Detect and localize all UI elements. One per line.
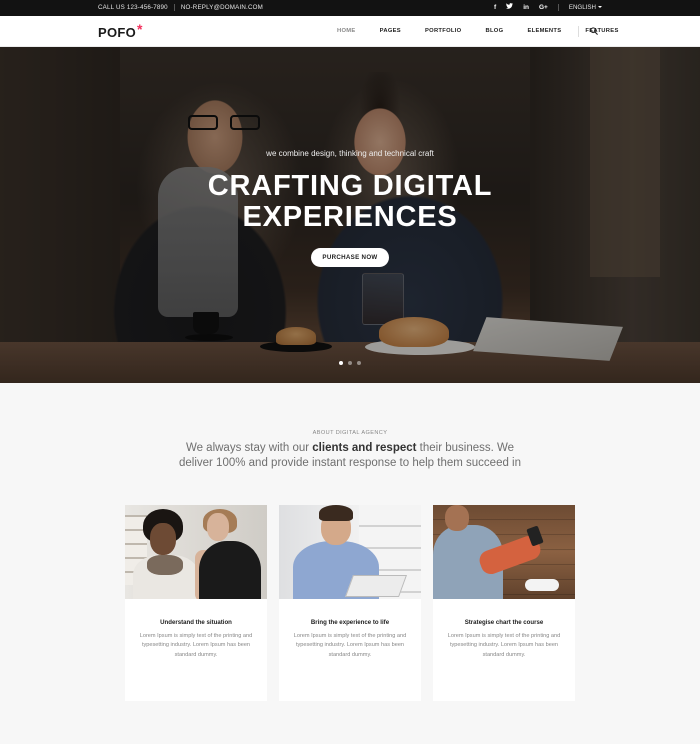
twitter-icon[interactable]: [506, 3, 514, 11]
divider: [557, 3, 559, 11]
linkedin-icon[interactable]: in: [523, 4, 529, 11]
hero-title-line: CRAFTING DIGITAL: [207, 170, 493, 202]
nav-portfolio[interactable]: PORTFOLIO: [425, 28, 462, 34]
google-plus-icon[interactable]: G+: [539, 4, 548, 11]
hero-title-line: EXPERIENCES: [242, 201, 458, 233]
card-image: [279, 505, 421, 599]
slide-dot[interactable]: [357, 361, 361, 365]
about-text-bold: clients and respect: [312, 442, 417, 454]
nav-divider: [578, 26, 579, 37]
search-icon[interactable]: [590, 27, 598, 35]
logo-mark: *: [137, 21, 143, 37]
slide-dot[interactable]: [348, 361, 352, 365]
social-links: f in G+ ENGLISH: [494, 3, 602, 11]
card-image: [125, 505, 267, 599]
purchase-now-button[interactable]: PURCHASE NOW: [311, 248, 389, 267]
chevron-down-icon: [598, 6, 602, 8]
card-image: [433, 505, 575, 599]
hero-slider: we combine design, thinking and technica…: [0, 47, 700, 383]
feature-card: Strategise chart the course Lorem Ipsum …: [433, 505, 575, 701]
logo[interactable]: POFO*: [98, 21, 143, 40]
card-title: Strategise chart the course: [464, 619, 544, 626]
feature-card: Understand the situation Lorem Ipsum is …: [125, 505, 267, 701]
phone-text: CALL US 123-456-7890: [98, 4, 168, 11]
nav-blog[interactable]: BLOG: [485, 28, 503, 34]
section-label: ABOUT DIGITAL AGENCY: [312, 430, 388, 436]
card-description: Lorem Ipsum is simply text of the printi…: [447, 633, 561, 658]
about-text-pre: We always stay with our: [185, 442, 313, 454]
facebook-icon[interactable]: f: [494, 4, 496, 11]
contact-info: CALL US 123-456-7890 NO-REPLY@DOMAIN.COM: [98, 4, 263, 11]
card-description: Lorem Ipsum is simply text of the printi…: [139, 633, 253, 658]
hero-subtitle: we combine design, thinking and technica…: [266, 149, 434, 158]
card-title: Bring the experience to life: [310, 619, 390, 626]
main-header: POFO* HOME PAGES PORTFOLIO BLOG ELEMENTS…: [0, 16, 700, 47]
card-description: Lorem Ipsum is simply text of the printi…: [293, 633, 407, 658]
hero-title: CRAFTING DIGITAL EXPERIENCES: [0, 171, 700, 233]
feature-card: Bring the experience to life Lorem Ipsum…: [279, 505, 421, 701]
top-bar: CALL US 123-456-7890 NO-REPLY@DOMAIN.COM…: [0, 0, 700, 16]
card-title: Understand the situation: [160, 619, 232, 626]
language-selector[interactable]: ENGLISH: [569, 4, 602, 11]
slider-pagination: [339, 361, 361, 365]
nav-pages[interactable]: PAGES: [380, 28, 401, 34]
nav-home[interactable]: HOME: [337, 28, 356, 34]
slide-dot[interactable]: [339, 361, 343, 365]
language-label: ENGLISH: [568, 3, 596, 11]
email-link[interactable]: NO-REPLY@DOMAIN.COM: [181, 4, 263, 11]
nav-elements[interactable]: ELEMENTS: [527, 28, 561, 34]
logo-text: POFO: [98, 25, 137, 40]
divider: [173, 4, 175, 11]
about-heading: We always stay with our clients and resp…: [170, 441, 530, 471]
